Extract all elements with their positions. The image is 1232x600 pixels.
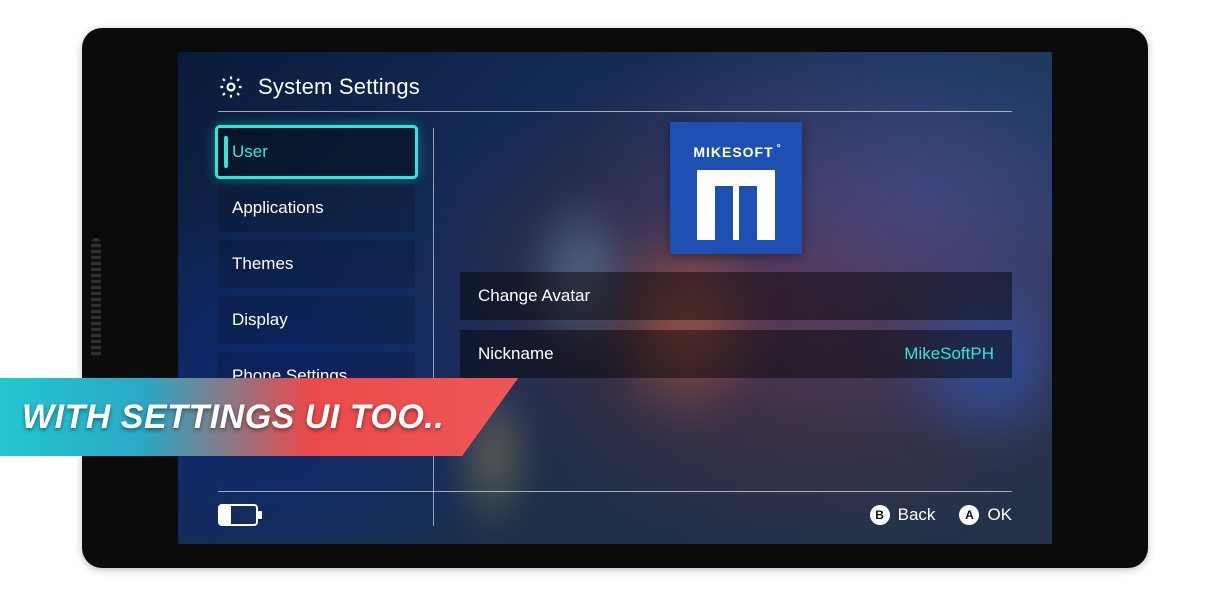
b-button-icon: B [870, 505, 890, 525]
hint-label: Back [898, 505, 936, 525]
sidebar-item-user[interactable]: User [218, 128, 415, 176]
row-nickname[interactable]: Nickname MikeSoftPH [460, 330, 1012, 378]
device-frame: System Settings User Applications Themes [82, 28, 1148, 568]
avatar: MIKESOFT [670, 122, 802, 254]
settings-sidebar: User Applications Themes Display Phone S [218, 128, 434, 526]
a-button-icon: A [959, 505, 979, 525]
settings-body: User Applications Themes Display Phone S [218, 128, 1012, 526]
row-label: Nickname [478, 344, 554, 364]
hint-back[interactable]: B Back [870, 505, 936, 525]
sidebar-item-label: User [232, 142, 268, 162]
row-change-avatar[interactable]: Change Avatar [460, 272, 1012, 320]
settings-header: System Settings [218, 74, 1012, 110]
sidebar-item-label: Applications [232, 198, 324, 218]
gear-icon [218, 74, 244, 100]
sidebar-item-label: Themes [232, 254, 293, 274]
sidebar-item-themes[interactable]: Themes [218, 240, 415, 288]
row-label: Change Avatar [478, 286, 590, 306]
settings-main: MIKESOFT Change Avatar Nickname MikeSoft… [434, 128, 1012, 526]
page-title: System Settings [258, 74, 420, 100]
header-divider [218, 111, 1012, 112]
avatar-brand-text: MIKESOFT [693, 144, 778, 160]
promo-ribbon: WITH SETTINGS UI TOO.. [0, 378, 518, 456]
promo-text: WITH SETTINGS UI TOO.. [22, 398, 444, 437]
settings-app: System Settings User Applications Themes [178, 52, 1052, 544]
battery-level [220, 506, 231, 524]
sidebar-item-applications[interactable]: Applications [218, 184, 415, 232]
row-value: MikeSoftPH [904, 344, 994, 364]
screenshot-stage: System Settings User Applications Themes [0, 0, 1232, 600]
hint-label: OK [987, 505, 1012, 525]
settings-footer: B Back A OK [218, 500, 1012, 530]
battery-icon [218, 504, 258, 526]
sidebar-item-display[interactable]: Display [218, 296, 415, 344]
device-screen: System Settings User Applications Themes [178, 52, 1052, 544]
button-hints: B Back A OK [870, 505, 1012, 525]
footer-divider [218, 491, 1012, 492]
sidebar-item-label: Display [232, 310, 288, 330]
hint-ok[interactable]: A OK [959, 505, 1012, 525]
avatar-logo-icon [697, 170, 775, 240]
avatar-container: MIKESOFT [460, 122, 1012, 254]
